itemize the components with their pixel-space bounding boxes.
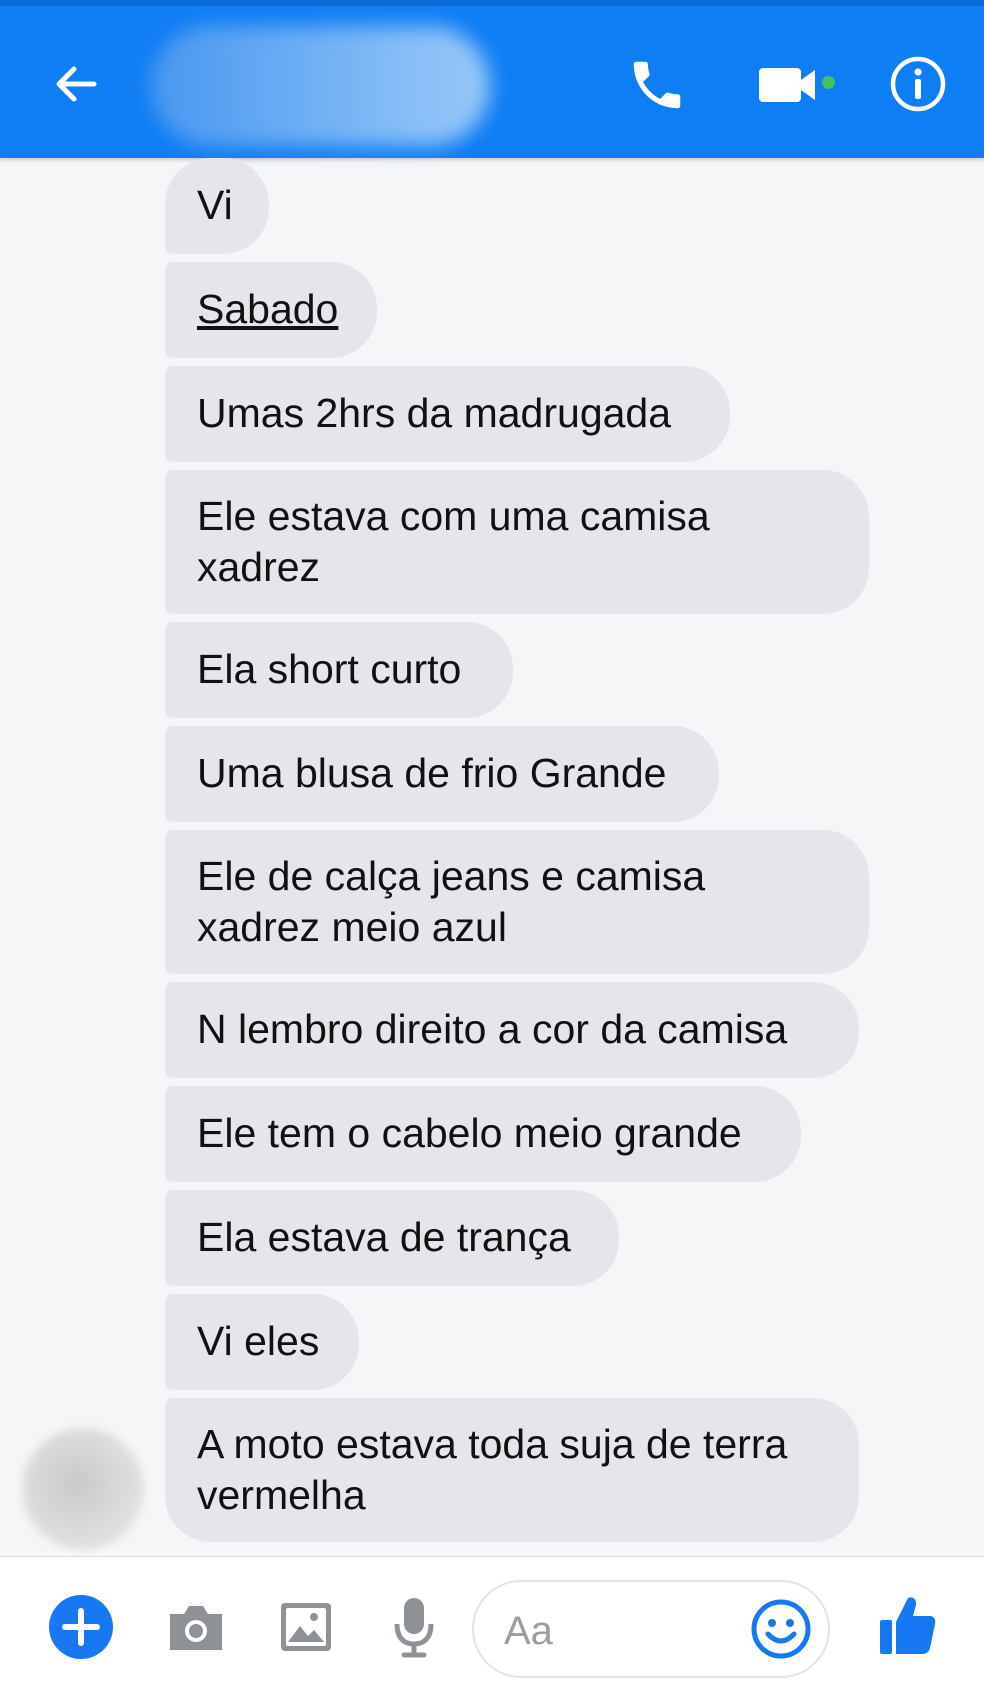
message-bubble: Ele de calça jeans e camisa xadrez meio …: [165, 830, 869, 974]
message-bubble: Ela estava de trança: [165, 1190, 619, 1286]
plus-circle-icon[interactable]: [48, 1594, 114, 1660]
message-bubble: Ele estava com uma camisa xadrez: [165, 470, 869, 614]
message-text: Ela estava de trança: [197, 1214, 571, 1260]
message-text: Umas 2hrs da madrugada: [197, 390, 672, 436]
message-bubble: Ele tem o cabelo meio grande: [165, 1086, 801, 1182]
status-bar-strip: [0, 0, 984, 6]
message-text-line: vermelha: [197, 1472, 366, 1518]
conversation-header: [0, 0, 984, 158]
message-bubble: A moto estava toda suja de terra vermelh…: [165, 1398, 859, 1542]
video-camera-icon[interactable]: [757, 60, 829, 110]
message-text: Vi eles: [197, 1318, 320, 1364]
message-text: Vi: [197, 182, 233, 228]
message-text-line: Ele estava com uma camisa: [197, 493, 710, 539]
message-text: Uma blusa de frio Grande: [197, 750, 667, 796]
message-input-placeholder: Aa: [504, 1609, 553, 1653]
camera-icon[interactable]: [166, 1600, 226, 1654]
message-bubble: Umas 2hrs da madrugada: [165, 366, 730, 462]
message-text: Ele tem o cabelo meio grande: [197, 1110, 742, 1156]
message-text-line: A moto estava toda suja de terra: [197, 1421, 788, 1467]
arrow-left-icon[interactable]: [50, 58, 102, 110]
online-status-dot: [822, 76, 835, 89]
message-text: N lembro direito a cor da camisa: [197, 1006, 788, 1052]
message-bubble: N lembro direito a cor da camisa: [165, 982, 859, 1078]
smiley-icon[interactable]: [750, 1598, 812, 1660]
message-bubble: Uma blusa de frio Grande: [165, 726, 719, 822]
phone-icon[interactable]: [626, 54, 688, 116]
avatar[interactable]: [22, 1428, 144, 1550]
message-text: Ela short curto: [197, 646, 462, 692]
message-text-line: xadrez meio azul: [197, 904, 507, 950]
image-icon[interactable]: [278, 1600, 334, 1654]
contact-name-blurred[interactable]: [150, 26, 490, 146]
message-text-link[interactable]: Sabado: [197, 262, 345, 335]
message-text-line: Ele de calça jeans e camisa: [197, 853, 706, 899]
message-text-line: xadrez: [197, 544, 321, 590]
info-icon[interactable]: [888, 54, 948, 114]
thumbs-up-icon[interactable]: [876, 1592, 938, 1658]
microphone-icon[interactable]: [390, 1594, 438, 1660]
message-list[interactable]: Vi Sabado Umas 2hrs da madrugada Ele est…: [0, 158, 984, 1556]
message-bubble: Sabado: [165, 262, 377, 358]
message-bubble: Vi eles: [165, 1294, 359, 1390]
message-bubble: Ela short curto: [165, 622, 513, 718]
message-bubble: Vi: [165, 158, 269, 254]
